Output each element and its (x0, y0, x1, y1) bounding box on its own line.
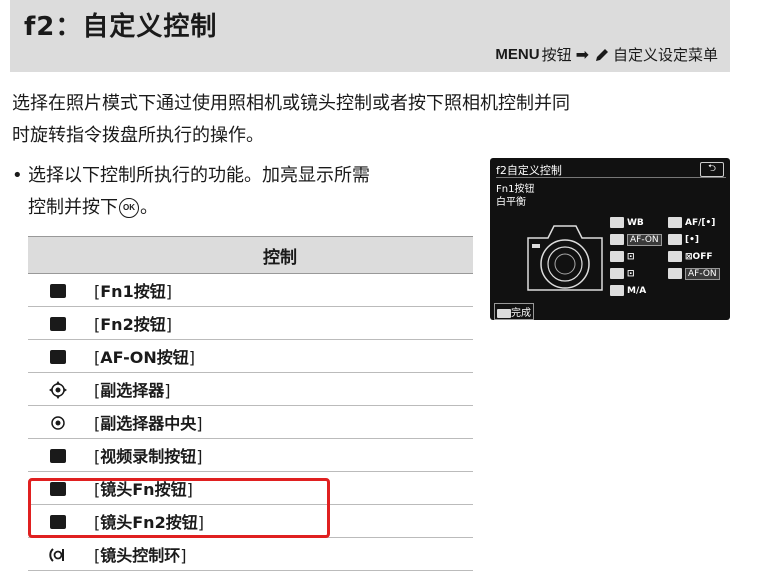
table-row: [镜头Fn按钮] (28, 471, 473, 505)
bullet-dot-icon: • (12, 165, 23, 186)
menu-button-small-icon (497, 308, 511, 318)
row-label: 副选择器中央 (100, 414, 197, 433)
grid-row: ⊡ AF-ON (610, 265, 726, 282)
menu-word: MENU (495, 46, 540, 63)
camera-body-icon (527, 225, 603, 291)
row-label: AF-ON按钮 (100, 348, 189, 367)
sub-selector-icon (668, 234, 682, 245)
table-row: [Fn1按钮] (28, 273, 473, 307)
table-row: [镜头Fn2按钮] (28, 504, 473, 538)
sub-selector-center-icon (51, 416, 65, 430)
sub-selector-center-icon (610, 251, 624, 262)
table-row: [镜头控制环] (28, 537, 473, 571)
camera-screen-grid: WB AF/[•] AF-ON [•] ⊡ ⊠OFF ⊡ AF-ON M/A (610, 214, 726, 299)
table-row: [Fn2按钮] (28, 306, 473, 340)
grid-row: AF-ON [•] (610, 231, 726, 248)
controls-table: 控制 [Fn1按钮] [Fn2按钮] [AF-ON按钮] [副选择器] [副选择… (28, 236, 473, 571)
table-row: [副选择器中央] (28, 405, 473, 439)
instruction-bullet: • 选择以下控制所执行的功能。加亮显示所需 控制并按下 OK。 (12, 160, 472, 224)
row-label: Fn1按钮 (100, 282, 166, 301)
bullet-line-1: 选择以下控制所执行的功能。加亮显示所需 (28, 165, 370, 186)
pencil-icon (595, 48, 608, 61)
menu-path: MENU 按钮 ➡ 自定义设定菜单 (495, 44, 718, 65)
fn1-button-icon (50, 284, 66, 298)
table-row: [AF-ON按钮] (28, 339, 473, 373)
bullet-line-2-after: 。 (140, 197, 158, 218)
fn2-icon (668, 217, 682, 228)
fn2-button-icon (50, 317, 66, 331)
fn1-icon (610, 217, 624, 228)
camera-screen-illustration: f2自定义控制 ⮌ Fn1按钮 白平衡 WB AF/[•] AF-ON [•] … (490, 158, 730, 320)
intro-line-1: 选择在照片模式下通过使用照相机或镜头控制或者按下照相机控制并同 (12, 93, 570, 114)
row-label: Fn2按钮 (100, 315, 166, 334)
lens-fn-icon (610, 268, 624, 279)
arrow-right-icon: ➡ (575, 45, 589, 64)
camera-screen-selected-value: 白平衡 (496, 197, 526, 208)
movie-record-icon (668, 251, 682, 262)
sub-selector-icon (49, 380, 67, 399)
grid-row: M/A (610, 282, 726, 299)
table-header: 控制 (28, 236, 473, 274)
row-label: 副选择器 (100, 381, 165, 400)
lens-fn-button-icon (50, 482, 66, 496)
page-title: f2：自定义控制 (24, 12, 218, 42)
lens-control-ring-icon (49, 548, 64, 562)
lens-fn2-button-icon (50, 515, 66, 529)
menu-target: 自定义设定菜单 (612, 46, 718, 64)
return-icon: ⮌ (700, 162, 724, 177)
row-label: 镜头Fn2按钮 (100, 513, 198, 532)
lens-fn2-icon (668, 268, 682, 279)
table-header-row: 控制 (28, 236, 473, 274)
menu-button-label: 按钮 (541, 46, 572, 64)
row-label: 镜头Fn按钮 (100, 480, 187, 499)
af-on-button-icon (50, 350, 66, 364)
camera-screen-header: f2自定义控制 (496, 164, 562, 177)
bullet-line-2-before: 控制并按下 (28, 197, 118, 218)
control-ring-icon (610, 285, 624, 296)
table-row: [视频录制按钮] (28, 438, 473, 472)
intro-paragraph: 选择在照片模式下通过使用照相机或镜头控制或者按下照相机控制并同 时旋转指令拨盘所… (12, 88, 732, 152)
ok-button-icon: OK (119, 198, 139, 218)
row-label: 视频录制按钮 (100, 447, 197, 466)
intro-line-2: 时旋转指令拨盘所执行的操作。 (12, 125, 264, 146)
grid-row: ⊡ ⊠OFF (610, 248, 726, 265)
grid-row: WB AF/[•] (610, 214, 726, 231)
table-row: [副选择器] (28, 372, 473, 406)
af-on-icon (610, 234, 624, 245)
row-label: 镜头控制环 (100, 546, 181, 565)
movie-record-button-icon (50, 449, 66, 463)
section-header: f2：自定义控制 MENU 按钮 ➡ 自定义设定菜单 (10, 0, 730, 72)
camera-screen-done-label: 完成 (494, 303, 534, 320)
camera-screen-divider (496, 177, 726, 178)
